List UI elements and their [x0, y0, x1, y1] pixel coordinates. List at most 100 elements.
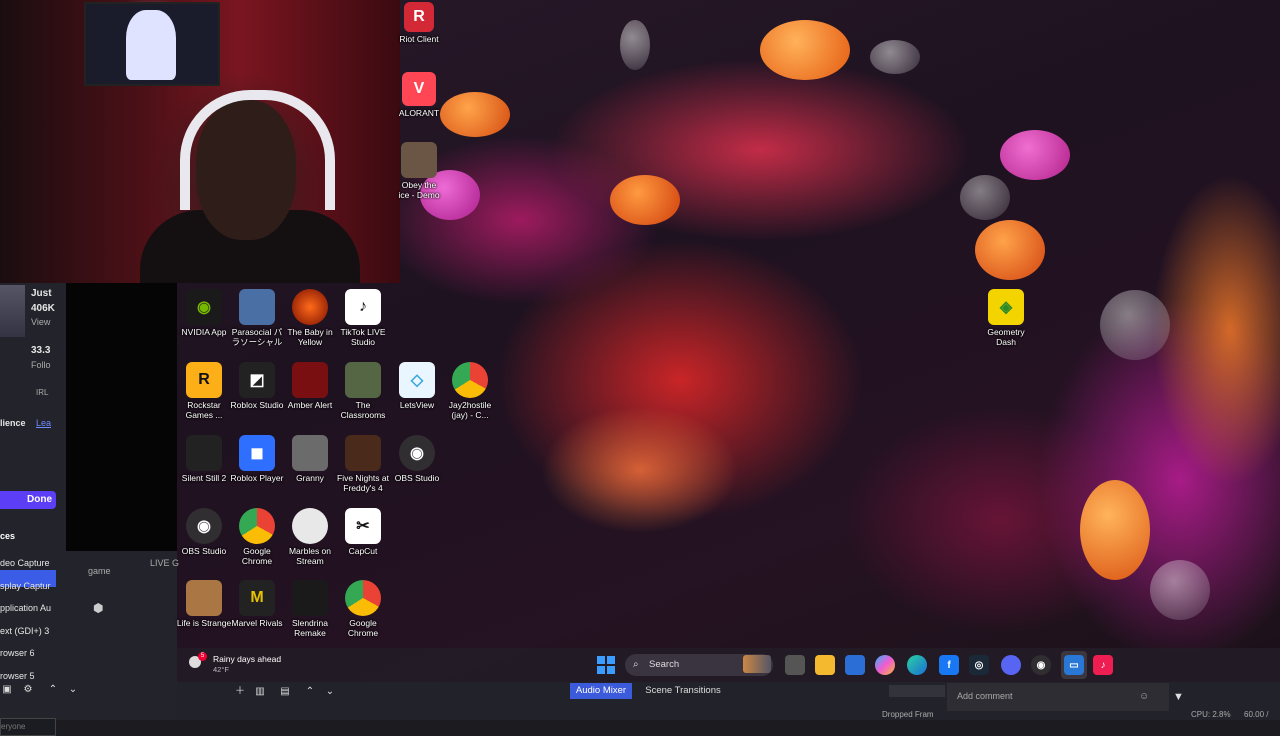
move-down-icon[interactable]: ⌄ — [323, 685, 337, 699]
send-icon[interactable]: ▼ — [1173, 691, 1184, 703]
desktop-icon-rockstar-games[interactable]: R Rockstar Games ... — [176, 362, 232, 420]
source-item[interactable]: rowser 6 — [0, 642, 56, 665]
desktop-icon-obs-studio-2[interactable]: ◉ OBS Studio — [176, 508, 232, 556]
discord-icon[interactable] — [1001, 655, 1021, 675]
rockstar-icon: R — [186, 362, 222, 398]
add-icon[interactable]: ＋ — [233, 685, 247, 699]
desktop-icon-google-chrome-2[interactable]: Google Chrome — [335, 580, 391, 638]
desktop-icon-fnaf-4[interactable]: Five Nights at Freddy's 4 — [335, 435, 391, 493]
desktop-icon-silent-still-2[interactable]: Silent Still 2 — [176, 435, 232, 483]
cpu-usage: CPU: 2.8% — [1191, 710, 1231, 719]
facebook-icon[interactable]: f — [939, 655, 959, 675]
desktop-icon-label: Roblox Player — [230, 473, 284, 483]
done-button[interactable]: Done — [0, 491, 56, 509]
desktop-icon-capcut[interactable]: ✂ CapCut — [335, 508, 391, 556]
dropped-frames: Dropped Fram — [882, 710, 934, 719]
desktop-icon-marbles-on-stream[interactable]: Marbles on Stream — [282, 508, 338, 566]
move-up-icon[interactable]: ⌃ — [303, 685, 317, 699]
desktop-icon-label: Rockstar Games ... — [185, 400, 223, 420]
tiktok-icon: ♪ — [345, 289, 381, 325]
microsoft-store-icon[interactable] — [845, 655, 865, 675]
remove-source-icon[interactable]: ▣ — [0, 683, 14, 697]
copilot-icon[interactable] — [875, 655, 895, 675]
search-label: Search — [649, 659, 680, 670]
obs-taskbar-icon[interactable]: ◉ — [1031, 655, 1051, 675]
desktop-icon-amber-alert[interactable]: Amber Alert — [282, 362, 338, 410]
steam-icon[interactable]: ◎ — [969, 655, 989, 675]
comment-box[interactable]: Add comment ☺ — [947, 683, 1169, 711]
search-highlight-widget[interactable] — [743, 655, 771, 673]
obs-icon: ◉ — [186, 508, 222, 544]
source-item[interactable]: deo Capture — [0, 552, 56, 575]
channel-name: Just — [31, 288, 52, 299]
source-item[interactable]: ext (GDI+) 3 — [0, 620, 56, 643]
desktop-icon-label: Granny — [296, 473, 324, 483]
desktop-icon-letsview[interactable]: ◇ LetsView — [389, 362, 445, 410]
channel-avatar — [0, 285, 25, 337]
weather-widget[interactable]: 5 Rainy days ahead 42°F — [189, 652, 282, 674]
audience-learn-link[interactable]: Lea — [36, 418, 51, 428]
letsview-icon: ◇ — [399, 362, 435, 398]
desktop-icon-marvel-rivals[interactable]: M Marvel Rivals — [229, 580, 285, 628]
desktop-icon-nvidia-app[interactable]: ◉ NVIDIA App — [176, 289, 232, 337]
tab-scene-transitions[interactable]: Scene Transitions — [640, 683, 726, 699]
baby-in-yellow-icon — [292, 289, 328, 325]
windows-taskbar: 5 Rainy days ahead 42°F ⌕ Search f ◎ ◉ ▭… — [177, 648, 1280, 682]
source-item[interactable]: pplication Au — [0, 597, 56, 620]
gift-icon[interactable]: ⬢ — [93, 601, 103, 615]
obs-bottom-bar: ＋ ▥ ▤ ⌃ ⌄ Audio Mixer Scene Transitions … — [177, 682, 1280, 720]
webcam-overlay — [0, 0, 400, 283]
move-up-icon[interactable]: ⌃ — [46, 683, 60, 697]
filter-icon[interactable]: ▤ — [278, 685, 292, 699]
task-view-icon[interactable] — [785, 655, 805, 675]
desktop-icon-baby-in-yellow[interactable]: The Baby in Yellow — [282, 289, 338, 347]
source-item[interactable]: splay Captur — [0, 575, 56, 598]
desktop-icon-google-chrome-1[interactable]: Google Chrome — [229, 508, 285, 566]
chrome-icon — [345, 580, 381, 616]
wallpaper-blob — [975, 220, 1045, 280]
file-explorer-icon[interactable] — [815, 655, 835, 675]
audience-label: lience — [0, 418, 26, 428]
move-down-icon[interactable]: ⌄ — [66, 683, 80, 697]
desktop-icon-geometry-dash[interactable]: ◈ Geometry Dash — [978, 289, 1034, 347]
wallpaper-blob — [440, 92, 510, 137]
desktop-icon-label: Roblox Studio — [230, 400, 284, 410]
desktop-icon-tiktok-live-studio[interactable]: ♪ TikTok LIVE Studio — [335, 289, 391, 347]
silent-still-icon — [186, 435, 222, 471]
desktop-icon-label: Jay2hostile (jay) - C... — [448, 400, 492, 420]
desktop-icon-obs-studio-1[interactable]: ◉ OBS Studio — [389, 435, 445, 483]
stream-preview — [66, 283, 177, 551]
edge-icon[interactable] — [907, 655, 927, 675]
desktop-icon-life-is-strange[interactable]: Life is Strange — [176, 580, 232, 628]
desktop-icon-label: Marvel Rivals — [231, 618, 283, 628]
remote-desktop-icon[interactable]: ▭ — [1064, 655, 1084, 675]
emoji-icon[interactable]: ☺ — [1139, 691, 1149, 702]
trash-icon[interactable]: ▥ — [253, 685, 267, 699]
search-icon: ⌕ — [633, 659, 639, 670]
tiktok-taskbar-icon[interactable]: ♪ — [1093, 655, 1113, 675]
desktop-icon-parasocial[interactable]: Parasocial パラソーシャル — [229, 289, 285, 347]
scene-field[interactable] — [889, 685, 945, 697]
wallpaper-blob — [1150, 560, 1210, 620]
desktop-icon-roblox-studio[interactable]: ◩ Roblox Studio — [229, 362, 285, 410]
desktop-icon-label: The Baby in Yellow — [287, 327, 333, 347]
gear-icon[interactable]: ⚙ — [21, 683, 35, 697]
desktop-icon-roblox-player[interactable]: ◼ Roblox Player — [229, 435, 285, 483]
weather-title: Rainy days ahead — [213, 654, 282, 664]
start-button[interactable] — [597, 656, 615, 674]
audience-input[interactable]: eryone — [0, 718, 56, 736]
desktop-icon-riot-client[interactable]: R Riot Client — [391, 2, 447, 44]
desktop-icon-label: Google Chrome — [241, 546, 273, 566]
desktop-icon-label: ALORANT — [398, 108, 440, 118]
slendrina-icon — [292, 580, 328, 616]
stream-tag[interactable]: IRL — [36, 388, 48, 397]
desktop-icon-valorant[interactable]: V ALORANT — [391, 72, 447, 118]
desktop-icon-the-classrooms[interactable]: The Classrooms — [335, 362, 391, 420]
desktop-icon-obey-the-voice[interactable]: Obey the ice - Demo — [391, 142, 447, 200]
preview-caption-live: LIVE G — [150, 558, 180, 568]
desktop-icon-label: Amber Alert — [287, 400, 333, 410]
tab-audio-mixer[interactable]: Audio Mixer — [570, 683, 632, 699]
desktop-icon-slendrina-remake[interactable]: Slendrina Remake — [282, 580, 338, 638]
desktop-icon-jay2hostile-chrome[interactable]: Jay2hostile (jay) - C... — [442, 362, 498, 420]
desktop-icon-granny[interactable]: Granny — [282, 435, 338, 483]
